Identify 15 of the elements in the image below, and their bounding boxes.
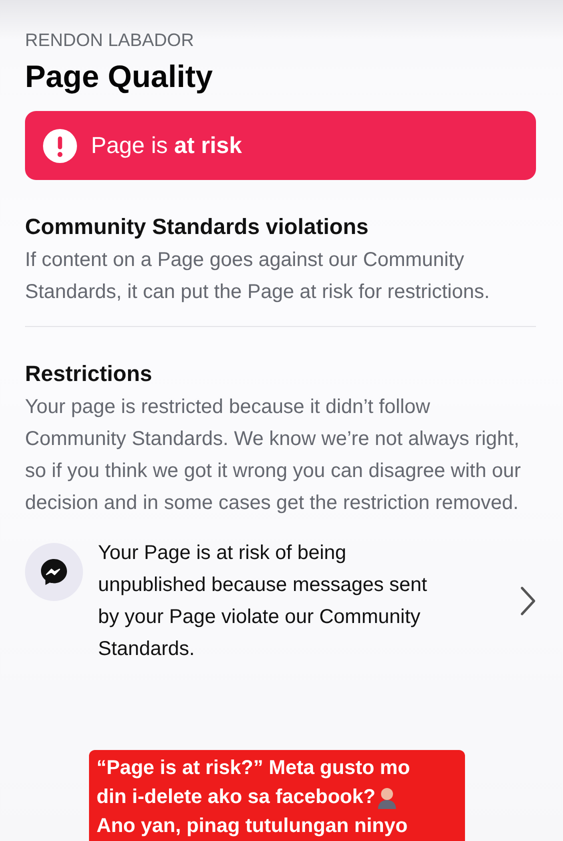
restriction-text: Your Page is at risk of being unpublished because messages sent by your Page violate our Community Standards. <box>98 541 428 662</box>
restriction-item[interactable]: Your Page is at risk of being unpublished because messages sent by your Page violate our Community Standards. <box>25 537 536 665</box>
chevron-icon <box>520 586 536 616</box>
person-icon <box>377 786 398 808</box>
section-heading: Restrictions <box>25 361 154 387</box>
status-text: Page is at risk <box>91 132 242 159</box>
caption-text: din i-delete ako sa facebook? <box>88 783 464 812</box>
page-title: Page Quality <box>25 59 214 95</box>
section-text: If content on a Page goes against our Community Standards, it can put the Page at risk for restrictions. <box>25 248 491 305</box>
alert-icon <box>43 128 77 162</box>
section-heading: Community Standards violations <box>25 214 370 240</box>
caption-text: Ano yan, pinag tutulungan ninyo <box>88 812 464 841</box>
page-name: RENDON LABADOR <box>25 30 196 51</box>
section-text: Your page is restricted because it didn’t follow Community Standards. We know we’re not always right, so if you think we got it wrong you can disagree with our decision and in some cases get the restriction removed. <box>25 395 522 516</box>
caption-text: “Page is at risk?” Meta gusto mo <box>88 750 464 783</box>
